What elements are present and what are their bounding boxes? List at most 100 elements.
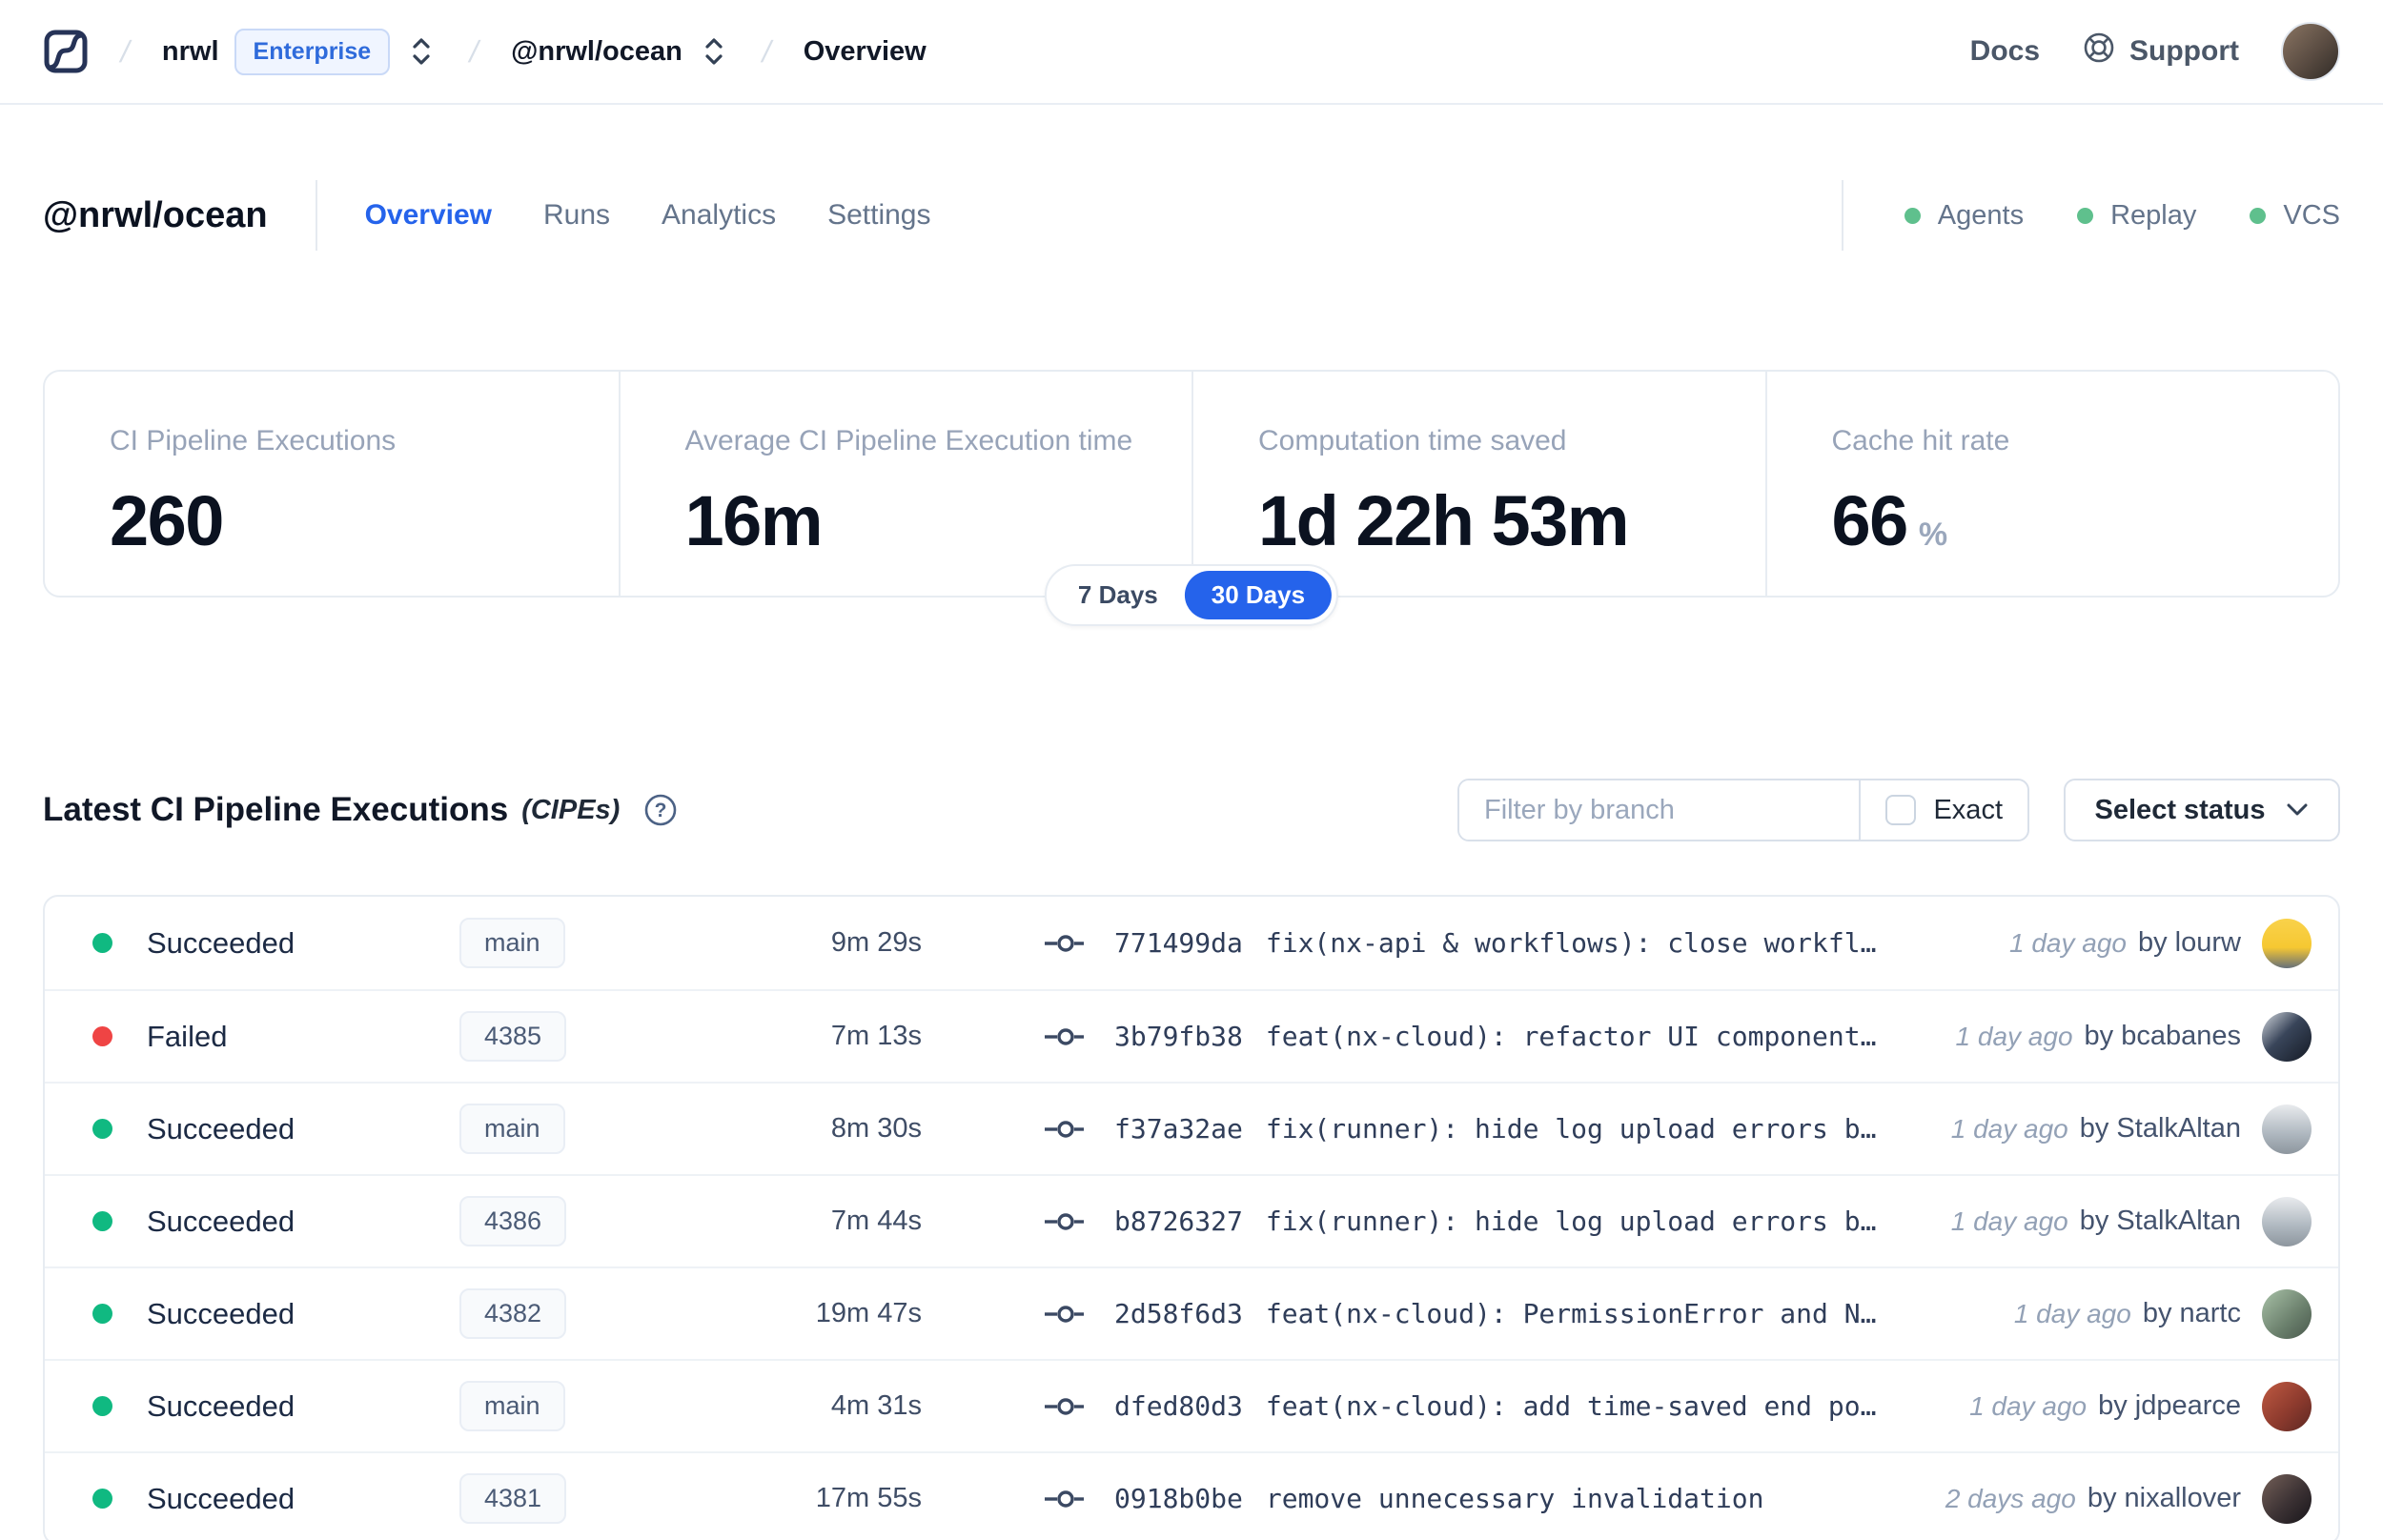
exact-toggle[interactable]: Exact (1861, 795, 2027, 826)
git-commit-icon (1044, 1485, 1091, 1513)
status-label: Succeeded (147, 1388, 295, 1423)
cipe-title: Latest CI Pipeline Executions (CIPEs) (43, 791, 620, 829)
stat-card: Average CI Pipeline Execution time 16m (618, 372, 1192, 596)
service-label: Replay (2110, 199, 2197, 231)
tab[interactable]: Settings (827, 199, 930, 232)
branch-badge[interactable]: 4385 (459, 1011, 567, 1062)
cipe-row[interactable]: Succeeded main 9m 29s 771499da fix(nx-ap… (45, 897, 2338, 989)
status-dot-icon (92, 1119, 112, 1139)
status-cell: Succeeded (92, 926, 459, 961)
commit-message[interactable]: feat(nx-cloud): add time-saved end po… (1266, 1390, 1877, 1422)
chevron-updown-icon (413, 38, 430, 65)
stat-value: 260 (110, 481, 224, 560)
tab[interactable]: Runs (543, 199, 610, 232)
author-avatar[interactable] (2262, 1381, 2312, 1431)
author-avatar[interactable] (2262, 1473, 2312, 1524)
service-label: Agents (1937, 199, 2025, 231)
service-status[interactable]: Replay (2077, 200, 2196, 232)
commit-hash[interactable]: 2d58f6d3 (1114, 1298, 1243, 1329)
status-dot-icon (92, 1026, 112, 1046)
commit-message[interactable]: feat(nx-cloud): PermissionError and N… (1266, 1298, 1877, 1329)
docs-link[interactable]: Docs (1970, 35, 2040, 68)
stat-value: 66% (1831, 481, 1948, 560)
duration-cell: 19m 47s (815, 1298, 922, 1328)
author-avatar[interactable] (2262, 1196, 2312, 1246)
cipe-title-text: Latest CI Pipeline Executions (43, 791, 509, 828)
chevron-updown-icon (705, 38, 723, 65)
time-ago: 1 day ago (1950, 1113, 2068, 1144)
exact-checkbox[interactable] (1885, 795, 1917, 825)
range-button[interactable]: 30 Days (1184, 571, 1333, 619)
branch-badge[interactable]: main (459, 1104, 565, 1154)
commit-message[interactable]: feat(nx-cloud): refactor UI component… (1266, 1021, 1877, 1052)
duration-cell: 4m 31s (830, 1390, 922, 1421)
branch-cell: main (459, 918, 745, 968)
workspace-switcher-button[interactable] (698, 31, 730, 71)
cipe-row[interactable]: Succeeded main 4m 31s dfed80d3 feat(nx-c… (45, 1359, 2338, 1451)
branch-badge[interactable]: 4381 (459, 1473, 567, 1524)
author-avatar[interactable] (2262, 1011, 2312, 1062)
workspace-name[interactable]: @nrwl/ocean (511, 36, 682, 68)
status-cell: Succeeded (92, 1389, 459, 1424)
meta-cell: 1 day ago by lourw (1981, 918, 2312, 968)
tab[interactable]: Analytics (662, 199, 776, 232)
tab[interactable]: Overview (365, 199, 492, 232)
status-cell: Succeeded (92, 1297, 459, 1331)
service-status[interactable]: VCS (2250, 200, 2340, 232)
stat-suffix: % (1918, 517, 1948, 553)
time-ago: 1 day ago (1955, 1021, 2073, 1051)
stat-label: Cache hit rate (1831, 425, 2010, 456)
stat-label: Computation time saved (1258, 425, 1567, 456)
branch-badge[interactable]: main (459, 1381, 565, 1431)
breadcrumb-separator: / (466, 33, 483, 69)
commit-hash[interactable]: b8726327 (1114, 1206, 1243, 1237)
branch-badge[interactable]: 4382 (459, 1288, 567, 1339)
meta-cell: 1 day ago by jdpearce (1941, 1381, 2312, 1431)
support-link[interactable]: Support (2082, 30, 2239, 72)
commit-cell: b8726327 fix(runner): hide log upload er… (1044, 1206, 1876, 1237)
commit-hash[interactable]: dfed80d3 (1114, 1390, 1243, 1422)
commit-message[interactable]: fix(runner): hide log upload errors b… (1266, 1206, 1877, 1237)
user-avatar[interactable] (2281, 22, 2340, 81)
meta-cell: 1 day ago by StalkAltan (1923, 1196, 2312, 1246)
author-avatar[interactable] (2262, 918, 2312, 968)
breadcrumb-separator: / (117, 33, 133, 69)
status-label: Succeeded (147, 1204, 295, 1238)
nx-cloud-logo-icon[interactable] (43, 29, 89, 74)
duration-cell: 17m 55s (815, 1483, 922, 1513)
cipe-filters: Exact Select status (1457, 779, 2340, 841)
duration-cell: 7m 13s (830, 1021, 922, 1051)
commit-message[interactable]: fix(runner): hide log upload errors b… (1266, 1113, 1877, 1145)
status-select[interactable]: Select status (2064, 779, 2340, 841)
cipe-row[interactable]: Succeeded 4381 17m 55s 0918b0be remove u… (45, 1451, 2338, 1540)
commit-cell: 0918b0be remove unnecessary invalidation (1044, 1483, 1763, 1514)
commit-message[interactable]: remove unnecessary invalidation (1266, 1483, 1764, 1514)
range-button[interactable]: 7 Days (1051, 571, 1185, 619)
help-button[interactable]: ? (642, 792, 679, 828)
author-avatar[interactable] (2262, 1104, 2312, 1154)
stat-card: Cache hit rate 66% (1764, 372, 2339, 596)
cipe-row[interactable]: Succeeded main 8m 30s f37a32ae fix(runne… (45, 1082, 2338, 1174)
status-dot-icon (2250, 207, 2267, 224)
commit-hash[interactable]: 0918b0be (1114, 1483, 1243, 1514)
commit-hash[interactable]: f37a32ae (1114, 1113, 1243, 1145)
question-circle-icon: ? (645, 794, 677, 826)
docs-label: Docs (1969, 35, 2041, 67)
status-dot-icon (2077, 207, 2094, 224)
cipe-row[interactable]: Succeeded 4382 19m 47s 2d58f6d3 feat(nx-… (45, 1266, 2338, 1359)
status-dot-icon (92, 1396, 112, 1416)
branch-filter-input[interactable] (1459, 780, 1860, 840)
branch-badge[interactable]: 4386 (459, 1196, 567, 1246)
author-avatar[interactable] (2262, 1288, 2312, 1339)
commit-hash[interactable]: 771499da (1114, 927, 1243, 959)
cipe-row[interactable]: Failed 4385 7m 13s 3b79fb38 feat(nx-clou… (45, 989, 2338, 1082)
org-crumb: nrwl Enterprise (162, 28, 438, 75)
commit-message[interactable]: fix(nx-api & workflows): close workfl… (1266, 927, 1877, 959)
branch-badge[interactable]: main (459, 918, 565, 968)
org-name[interactable]: nrwl (162, 36, 219, 68)
branch-cell: main (459, 1381, 745, 1431)
service-status[interactable]: Agents (1904, 200, 2024, 232)
cipe-row[interactable]: Succeeded 4386 7m 44s b8726327 fix(runne… (45, 1174, 2338, 1266)
commit-hash[interactable]: 3b79fb38 (1114, 1021, 1243, 1052)
org-switcher-button[interactable] (405, 31, 438, 71)
